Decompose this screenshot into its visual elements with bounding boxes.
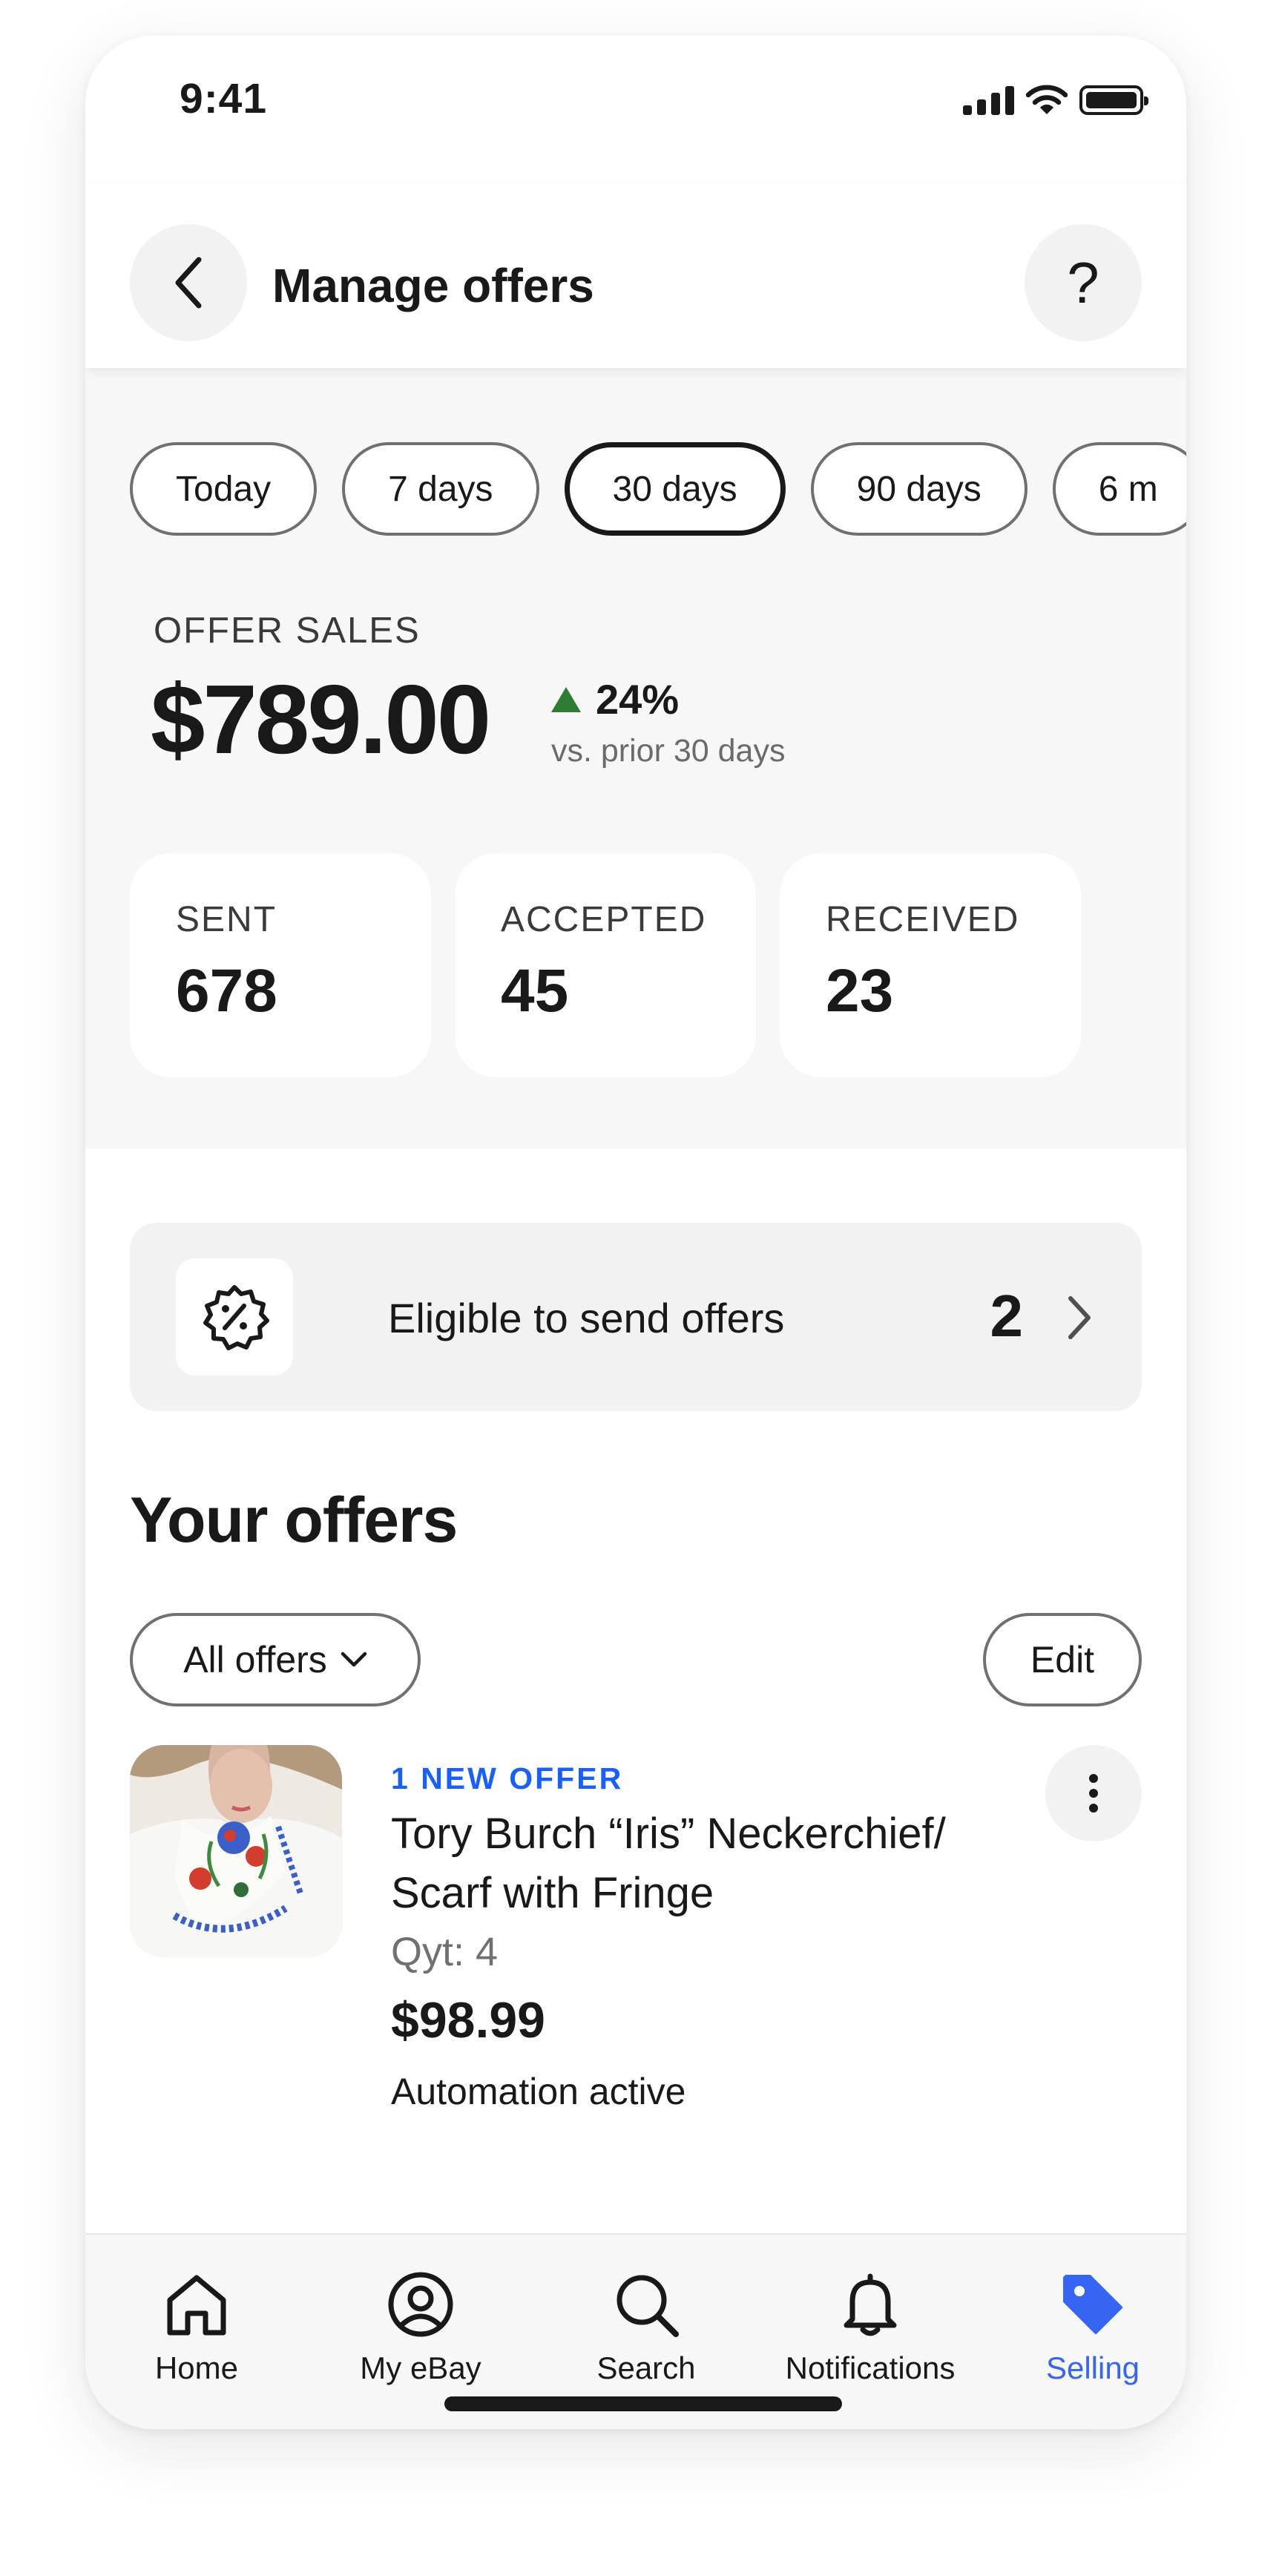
item-automation-status: Automation active (391, 2071, 686, 2112)
offer-sales-label: OFFER SALES (154, 611, 421, 651)
back-button[interactable] (130, 224, 247, 341)
filter-today[interactable]: Today (130, 442, 318, 536)
percent-badge-icon (176, 1258, 293, 1376)
chevron-down-icon (341, 1652, 367, 1667)
help-button[interactable]: ? (1025, 224, 1142, 341)
battery-icon (1079, 85, 1148, 115)
nav-label: Notifications (785, 2350, 956, 2385)
chevron-right-icon (1068, 1296, 1091, 1339)
item-thumbnail[interactable] (130, 1745, 342, 1957)
nav-label: Selling (1045, 2350, 1140, 2385)
item-quantity: Qyt: 4 (391, 1930, 499, 1974)
stat-label: ACCEPTED (501, 900, 707, 939)
stat-cards: SENT 678 ACCEPTED 45 RECEIVED 23 (130, 853, 1081, 1077)
item-price: $98.99 (391, 1992, 545, 2048)
more-options-button[interactable] (1045, 1745, 1142, 1841)
stat-value: 678 (176, 957, 277, 1025)
nav-home[interactable]: Home (89, 2270, 304, 2386)
stat-card-sent[interactable]: SENT 678 (130, 853, 431, 1077)
stat-value: 45 (501, 957, 569, 1025)
edit-button[interactable]: Edit (983, 1613, 1142, 1706)
filter-30-days[interactable]: 30 days (564, 442, 786, 536)
stat-card-accepted[interactable]: ACCEPTED 45 (455, 853, 756, 1077)
nav-my-ebay[interactable]: My eBay (313, 2270, 528, 2386)
scarf-product-image (130, 1745, 342, 1957)
filter-6-months[interactable]: 6 m (1052, 442, 1186, 536)
status-icons (963, 85, 1148, 116)
nav-label: Home (154, 2350, 239, 2385)
nav-search[interactable]: Search (539, 2270, 754, 2386)
stat-label: RECEIVED (826, 900, 1020, 939)
nav-label: Search (596, 2350, 696, 2385)
cellular-signal-icon (963, 85, 1014, 115)
nav-notifications[interactable]: Notifications (763, 2270, 978, 2386)
nav-label: My eBay (360, 2350, 481, 2385)
sales-change-percent: 24% (596, 676, 680, 723)
phone-frame: 9:41 Manage offers ? Today 7 days 30 day… (85, 36, 1186, 2429)
top-app-bar: Manage offers ? (85, 184, 1186, 368)
date-range-filters: Today 7 days 30 days 90 days 6 m (130, 442, 1186, 536)
tag-icon (1063, 2275, 1122, 2334)
eligible-label: Eligible to send offers (388, 1295, 785, 1341)
filter-90-days[interactable]: 90 days (810, 442, 1028, 536)
eligible-to-send-offers-row[interactable]: Eligible to send offers 2 (130, 1223, 1142, 1411)
trend-up-icon (551, 686, 581, 712)
offer-stats-section: Today 7 days 30 days 90 days 6 m OFFER S… (85, 368, 1186, 1149)
stat-value: 23 (826, 957, 894, 1025)
home-icon (167, 2275, 226, 2336)
filter-7-days[interactable]: 7 days (342, 442, 539, 536)
new-offer-badge: 1 NEW OFFER (391, 1761, 624, 1795)
bell-icon (844, 2273, 897, 2336)
nav-selling[interactable]: Selling (985, 2270, 1186, 2386)
sales-change-note: vs. prior 30 days (551, 733, 786, 769)
wifi-icon (1026, 85, 1068, 114)
offers-filter-dropdown[interactable]: All offers (130, 1613, 421, 1706)
page-title: Manage offers (272, 259, 594, 312)
stat-card-received[interactable]: RECEIVED 23 (780, 853, 1081, 1077)
search-icon (617, 2275, 679, 2337)
user-circle-icon (388, 2272, 453, 2337)
offers-filter-label: All offers (183, 1639, 327, 1680)
stat-label: SENT (176, 900, 277, 939)
offer-sales-value: $789.00 (151, 665, 491, 774)
more-vertical-icon (1089, 1774, 1098, 1783)
home-indicator (444, 2396, 842, 2411)
status-time: 9:41 (180, 75, 268, 122)
your-offers-title: Your offers (130, 1485, 458, 1556)
item-title[interactable]: Tory Burch “Iris” Neckerchief/ Scarf wit… (391, 1804, 1029, 1923)
chevron-left-icon (175, 257, 202, 309)
eligible-count: 2 (990, 1283, 1024, 1349)
sales-change: 24% (551, 675, 679, 723)
